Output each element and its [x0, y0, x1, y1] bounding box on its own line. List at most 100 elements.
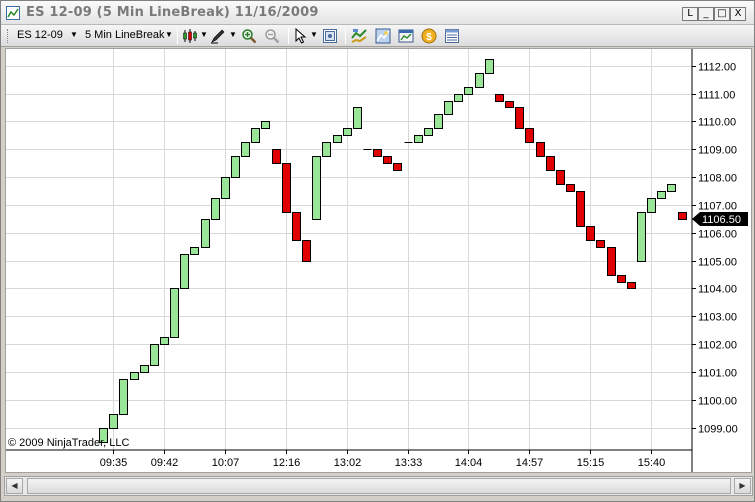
title-bar[interactable]: ES 12-09 (5 Min LineBreak) 11/16/2009 L …	[1, 1, 754, 25]
instrument-dropdown-icon[interactable]: ▼	[70, 30, 78, 39]
scroll-right-button[interactable]: ▶	[734, 478, 751, 494]
line-break-up-brick	[464, 87, 473, 95]
line-break-down-brick	[596, 240, 605, 248]
line-break-up-brick	[201, 219, 210, 248]
line-break-up-brick	[261, 121, 270, 129]
pointer-icon[interactable]	[293, 28, 309, 44]
time-tick-label: 13:02	[334, 457, 362, 469]
line-break-down-brick	[302, 240, 311, 262]
line-break-up-brick	[454, 94, 463, 102]
draw-pen-icon[interactable]	[210, 28, 226, 44]
line-break-down-brick	[586, 226, 595, 241]
period-selector[interactable]: 5 Min LineBreak	[85, 29, 165, 41]
time-tick-label: 14:04	[455, 457, 483, 469]
price-tick-label: 1109.00	[698, 145, 737, 157]
chart-style-dropdown-icon[interactable]: ▼	[200, 30, 208, 39]
period-dropdown-icon[interactable]: ▼	[165, 30, 173, 39]
price-tick-label: 1105.00	[698, 257, 737, 269]
data-box-icon[interactable]	[322, 28, 338, 44]
time-tick-label: 15:40	[638, 457, 666, 469]
line-break-down-brick	[556, 170, 565, 185]
svg-text:$: $	[426, 32, 432, 43]
line-break-up-brick	[130, 372, 139, 380]
line-break-down-brick	[393, 163, 402, 171]
scroll-left-button[interactable]: ◀	[6, 478, 23, 494]
copyright-label: © 2009 NinjaTrader, LLC	[8, 437, 129, 449]
zoom-in-icon[interactable]	[241, 28, 257, 44]
draw-dropdown-icon[interactable]: ▼	[229, 30, 237, 39]
line-break-up-brick	[170, 288, 179, 338]
line-break-down-brick	[536, 142, 545, 157]
price-axis[interactable]: 1099.00 1100.00 1101.00 1102.00 1103.00 1104.…	[692, 62, 738, 436]
line-break-up-brick	[414, 135, 423, 143]
line-break-down-brick	[607, 247, 616, 276]
line-break-down-brick	[546, 156, 555, 171]
line-break-down-brick	[627, 282, 636, 289]
chart-window: ES 12-09 (5 Min LineBreak) 11/16/2009 L …	[0, 0, 755, 502]
chart-bricks	[99, 59, 687, 443]
price-tick-label: 1110.00	[698, 117, 736, 129]
price-tick-label: 1103.00	[698, 312, 737, 324]
line-break-up-brick	[657, 191, 666, 199]
maximize-button[interactable]: □	[714, 7, 730, 21]
line-break-up-brick	[221, 177, 230, 199]
line-break-down-brick	[515, 107, 524, 129]
line-break-down-brick	[383, 156, 392, 164]
price-tick-label: 1111.00	[698, 90, 735, 102]
line-break-up-brick	[637, 212, 646, 262]
zoom-out-icon[interactable]	[264, 28, 280, 44]
price-tick-label: 1108.00	[698, 173, 737, 185]
line-break-down-brick	[678, 212, 687, 220]
line-break-down-brick	[272, 149, 281, 164]
price-tick-label: 1100.00	[698, 396, 737, 408]
time-tick-label: 14:57	[516, 457, 544, 469]
time-tick-label: 10:07	[212, 457, 240, 469]
time-tick-label: 13:33	[395, 457, 423, 469]
line-break-up-brick	[109, 414, 118, 429]
price-tick-label: 1101.00	[698, 368, 737, 380]
scrollbar-thumb[interactable]	[27, 478, 731, 494]
toolbar-separator	[345, 28, 346, 44]
toolbar-separator	[288, 28, 289, 44]
line-break-up-brick	[150, 344, 159, 366]
line-break-up-brick	[343, 128, 352, 136]
line-break-up-brick	[647, 198, 656, 213]
minimize-button[interactable]: _	[698, 7, 714, 21]
line-break-up-brick	[241, 142, 250, 157]
line-break-up-brick	[434, 114, 443, 129]
line-break-up-brick	[485, 59, 494, 74]
price-tick-label: 1112.00	[698, 62, 736, 74]
indicators-icon[interactable]	[351, 28, 367, 44]
order-icon[interactable]: $	[421, 28, 437, 44]
line-break-up-brick	[444, 101, 453, 115]
instrument-selector[interactable]: ES 12-09	[17, 29, 63, 41]
time-tick-label: 15:15	[577, 457, 605, 469]
properties-icon[interactable]	[398, 28, 414, 44]
line-break-up-brick	[333, 135, 342, 143]
list-icon[interactable]	[444, 28, 460, 44]
line-break-up-brick	[140, 365, 149, 373]
chart-style-icon[interactable]	[182, 28, 198, 44]
strategies-icon[interactable]	[375, 28, 391, 44]
chart-grid	[6, 49, 692, 450]
line-break-chart[interactable]: 1099.00 1100.00 1101.00 1102.00 1103.00 1104.…	[6, 49, 751, 472]
line-break-down-brick	[505, 101, 514, 108]
line-break-up-brick	[322, 142, 331, 157]
pointer-dropdown-icon[interactable]: ▼	[310, 30, 318, 39]
line-break-down-brick	[282, 163, 291, 213]
price-tick-label: 1107.00	[698, 201, 737, 213]
chart-panel[interactable]: 1099.00 1100.00 1101.00 1102.00 1103.00 1104.…	[5, 48, 752, 473]
close-button[interactable]: X	[730, 7, 746, 21]
link-button[interactable]: L	[682, 7, 698, 21]
line-break-up-brick	[180, 254, 189, 289]
line-break-down-brick	[525, 128, 534, 143]
current-price-label: 1106.50	[702, 214, 741, 226]
line-break-up-brick	[475, 73, 484, 88]
time-axis[interactable]: 09:35 09:42 10:07 12:16 13:02 13:33 14:04 14:57…	[100, 450, 666, 469]
line-break-down-brick	[576, 191, 585, 227]
chart-app-icon	[6, 6, 20, 20]
current-price-marker: 1106.50	[692, 212, 748, 226]
toolbar-grip[interactable]	[7, 29, 10, 43]
chart-toolbar: ES 12-09 ▼ 5 Min LineBreak ▼ ▼ ▼ ▼ $	[1, 25, 754, 47]
horizontal-scrollbar[interactable]: ◀ ▶	[4, 476, 753, 496]
